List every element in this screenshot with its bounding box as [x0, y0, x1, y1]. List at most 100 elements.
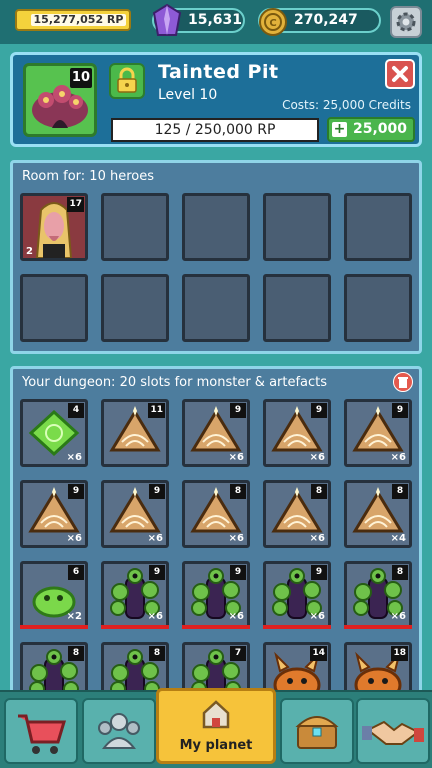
trash-icon — [398, 377, 408, 388]
dungeon-slot[interactable]: 9 ×6 — [101, 561, 169, 629]
nav-shop[interactable] — [4, 698, 78, 764]
health-bar — [344, 625, 412, 629]
dungeon-slot[interactable]: 8 ×6 — [344, 561, 412, 629]
settings-button[interactable] — [390, 6, 422, 38]
item-quantity: ×6 — [147, 611, 163, 622]
dungeon-slot[interactable]: 9 ×6 — [182, 399, 250, 467]
research-points-value: 15,277,052 RP — [31, 14, 126, 26]
hero-level-badge: 17 — [67, 197, 84, 212]
item-level-badge: 9 — [149, 565, 165, 580]
padlock-icon — [117, 67, 137, 93]
item-level-badge: 8 — [68, 646, 84, 661]
item-level-badge: 14 — [310, 646, 327, 661]
dungeon-title: Your dungeon: 20 slots for monster & art… — [22, 375, 328, 390]
upgrade-costs-text: Costs: 25,000 Credits — [282, 98, 411, 112]
nav-heroes[interactable] — [82, 698, 156, 764]
item-quantity: ×6 — [147, 533, 163, 544]
item-quantity: ×6 — [66, 452, 82, 463]
item-level-badge: 9 — [311, 403, 327, 418]
hero-slot-filled[interactable]: 17 2 — [20, 193, 88, 261]
item-level-badge: 4 — [68, 403, 84, 418]
credit-coin-icon: C — [259, 8, 287, 36]
item-level-badge: 9 — [311, 565, 327, 580]
credits-value: 270,247 — [294, 12, 358, 28]
item-quantity: ×6 — [390, 611, 406, 622]
item-level-badge: 9 — [230, 403, 246, 418]
dungeon-slot[interactable]: 9 ×6 — [344, 399, 412, 467]
close-button[interactable] — [385, 59, 415, 89]
heroes-panel: Room for: 10 heroes 17 2 — [10, 160, 422, 354]
item-quantity: ×6 — [309, 611, 325, 622]
item-quantity: ×4 — [390, 533, 406, 544]
item-level-badge: 9 — [68, 484, 84, 499]
item-level-badge: 9 — [392, 403, 408, 418]
research-points-counter: 15,277,052 RP — [15, 9, 131, 31]
dungeon-slot[interactable]: 4 ×6 — [20, 399, 88, 467]
trash-button[interactable] — [393, 372, 413, 392]
close-icon — [392, 66, 408, 82]
item-quantity: ×6 — [309, 452, 325, 463]
hero-slot-empty[interactable] — [344, 274, 412, 342]
nav-my-planet-label: My planet — [179, 738, 253, 753]
hero-slot-empty[interactable] — [263, 193, 331, 261]
room-level-badge: 10 — [69, 68, 92, 88]
room-name: Tainted Pit — [158, 61, 279, 83]
item-level-badge: 8 — [392, 484, 408, 499]
item-quantity: ×6 — [228, 452, 244, 463]
hero-slot-empty[interactable] — [182, 274, 250, 342]
item-level-badge: 8 — [230, 484, 246, 499]
room-thumbnail[interactable]: 10 — [23, 63, 97, 137]
health-bar — [20, 625, 88, 629]
room-level: Level 10 — [158, 87, 218, 103]
item-level-badge: 6 — [68, 565, 84, 580]
nav-my-planet[interactable]: My planet — [156, 688, 276, 764]
item-level-badge: 9 — [230, 565, 246, 580]
nav-trade[interactable] — [356, 698, 430, 764]
heroes-title: Room for: 10 heroes — [22, 169, 155, 184]
hero-count: 2 — [26, 246, 33, 257]
item-quantity: ×6 — [66, 533, 82, 544]
dungeon-slot[interactable]: 9 ×6 — [20, 480, 88, 548]
health-bar — [263, 625, 331, 629]
hero-slot-empty[interactable] — [182, 193, 250, 261]
hero-slot-empty[interactable] — [263, 274, 331, 342]
bottom-navigation: My planet — [0, 688, 432, 768]
gems-value: 15,631 — [188, 12, 243, 28]
dungeon-slot[interactable]: 8 ×4 — [344, 480, 412, 548]
dungeon-slot[interactable]: 8 ×6 — [182, 480, 250, 548]
item-level-badge: 11 — [148, 403, 165, 418]
lock-button[interactable] — [109, 63, 145, 99]
item-level-badge: 8 — [149, 646, 165, 661]
hero-slot-empty[interactable] — [101, 193, 169, 261]
item-level-badge: 18 — [391, 646, 408, 661]
item-quantity: ×6 — [390, 452, 406, 463]
hero-slot-empty[interactable] — [344, 193, 412, 261]
item-level-badge: 8 — [311, 484, 327, 499]
svg-text:C: C — [269, 18, 276, 29]
shopping-cart-icon — [18, 714, 67, 754]
hero-slot-empty[interactable] — [20, 274, 88, 342]
credits-counter[interactable]: C 270,247 — [258, 8, 381, 36]
hero-slot-empty[interactable] — [101, 274, 169, 342]
dungeon-slot[interactable]: 9 ×6 — [182, 561, 250, 629]
item-quantity: ×2 — [66, 611, 82, 622]
buy-upgrade-button[interactable]: + 25,000 — [327, 117, 415, 142]
treasure-chest-icon — [295, 716, 339, 749]
item-level-badge: 8 — [392, 565, 408, 580]
dungeon-slot[interactable]: 6 ×2 — [20, 561, 88, 629]
item-quantity: ×6 — [228, 611, 244, 622]
nav-inventory[interactable] — [280, 698, 354, 764]
gems-counter[interactable]: 15,631 — [152, 3, 245, 36]
dungeon-slot[interactable]: 9 ×6 — [263, 561, 331, 629]
handshake-icon — [362, 720, 424, 745]
top-status-bar: 15,277,052 RP 15,631 C 270,247 — [0, 0, 432, 44]
item-level-badge: 9 — [149, 484, 165, 499]
plus-icon: + — [332, 121, 347, 137]
dungeon-slot[interactable]: 9 ×6 — [101, 480, 169, 548]
dungeon-slot[interactable]: 9 ×6 — [263, 399, 331, 467]
group-icon — [98, 713, 140, 749]
dungeon-slot[interactable]: 11 — [101, 399, 169, 467]
dungeon-slot[interactable]: 8 ×6 — [263, 480, 331, 548]
upgrade-progress: 125 / 250,000 RP — [111, 118, 319, 142]
health-bar — [101, 625, 169, 629]
